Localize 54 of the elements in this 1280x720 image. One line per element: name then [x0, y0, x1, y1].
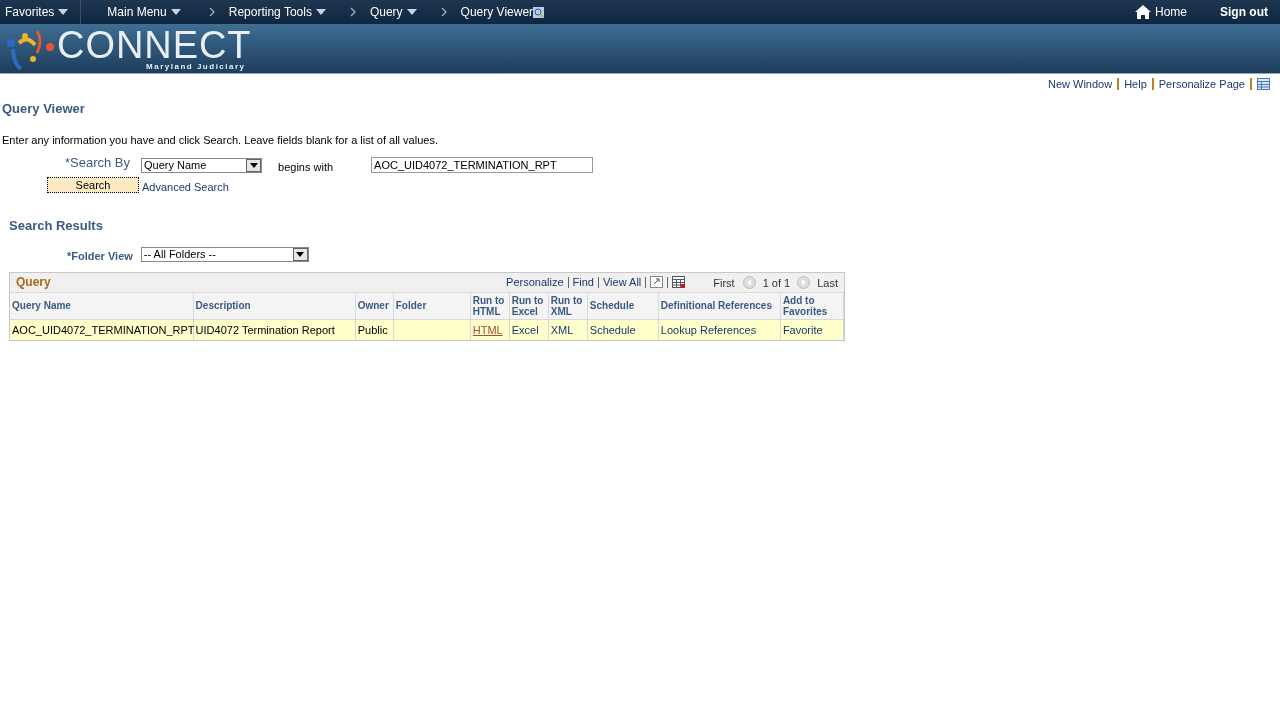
- chevron-icon: [208, 7, 215, 17]
- table-link[interactable]: Lookup References: [660, 323, 757, 336]
- table-link[interactable]: XML: [550, 323, 574, 336]
- home-link[interactable]: Home: [1135, 3, 1187, 21]
- home-icon: [1135, 5, 1151, 19]
- instructions-text: Enter any information you have and click Search. Leave fields blank for a list of all values.: [2, 132, 439, 148]
- zoom-grid-icon[interactable]: [650, 276, 664, 288]
- nav-menu-item[interactable]: Query Viewer: [416, 0, 545, 24]
- table-cell: AOC_UID4072_TERMINATION_RPT: [12, 323, 195, 336]
- grid-tool-link[interactable]: Personalize: [506, 273, 564, 291]
- column-header[interactable]: Schedule: [587, 292, 659, 320]
- table-cell: Public: [357, 323, 388, 336]
- first-label: First: [713, 275, 735, 291]
- search-value-field[interactable]: AOC_UID4072_TERMINATION_RPT: [371, 157, 594, 173]
- sign-out-link[interactable]: Sign out: [1220, 3, 1268, 21]
- search-button[interactable]: Search: [47, 177, 139, 194]
- search-by-select[interactable]: Query Name: [141, 157, 263, 173]
- page-link[interactable]: New Window: [1047, 75, 1113, 93]
- chevron-icon: [349, 7, 356, 17]
- chevron-icon: [440, 7, 447, 17]
- caret-icon: [315, 9, 326, 15]
- column-header[interactable]: Definitional References: [658, 292, 781, 320]
- table-link[interactable]: Excel: [511, 323, 539, 336]
- nav-menu-item[interactable]: Reporting Tools: [184, 0, 326, 24]
- page-link[interactable]: Personalize Page: [1158, 75, 1245, 93]
- search-by-label: *Search By: [65, 154, 131, 173]
- page-count: 1 of 1: [762, 275, 791, 291]
- table-link[interactable]: HTML: [472, 323, 503, 336]
- folder-view-select[interactable]: -- All Folders --: [140, 246, 309, 262]
- table-link[interactable]: Schedule: [589, 323, 636, 336]
- caret-icon: [406, 9, 417, 15]
- advanced-search-link[interactable]: Advanced Search: [142, 179, 229, 196]
- page-link[interactable]: Help: [1124, 75, 1147, 93]
- column-header[interactable]: Description: [193, 292, 356, 320]
- download-grid-icon[interactable]: [672, 276, 686, 288]
- nav-menu-item[interactable]: Main Menu: [81, 0, 185, 24]
- page-title: Query Viewer: [2, 100, 86, 118]
- operator-label: begins with: [278, 159, 334, 175]
- table-cell: UID4072 Termination Report: [195, 323, 335, 336]
- grid-tool-link[interactable]: View All: [602, 273, 642, 291]
- magnifier-icon: [533, 6, 545, 18]
- nav-menu-item[interactable]: Query: [325, 0, 417, 24]
- search-results-heading: Search Results: [9, 216, 104, 235]
- caret-icon: [58, 9, 69, 15]
- folder-view-label: *Folder View: [67, 249, 133, 264]
- connect-logo: CONNECT Maryland Judiciary: [3, 26, 252, 71]
- column-header[interactable]: Query Name: [10, 292, 194, 320]
- grid-tool-link[interactable]: Find: [572, 273, 594, 291]
- table-icon[interactable]: [1257, 78, 1270, 90]
- caret-icon: [170, 9, 181, 15]
- grid-title: Query: [16, 274, 51, 291]
- column-header[interactable]: Folder: [393, 292, 471, 320]
- table-link[interactable]: Favorite: [782, 323, 823, 336]
- last-label: Last: [817, 275, 838, 291]
